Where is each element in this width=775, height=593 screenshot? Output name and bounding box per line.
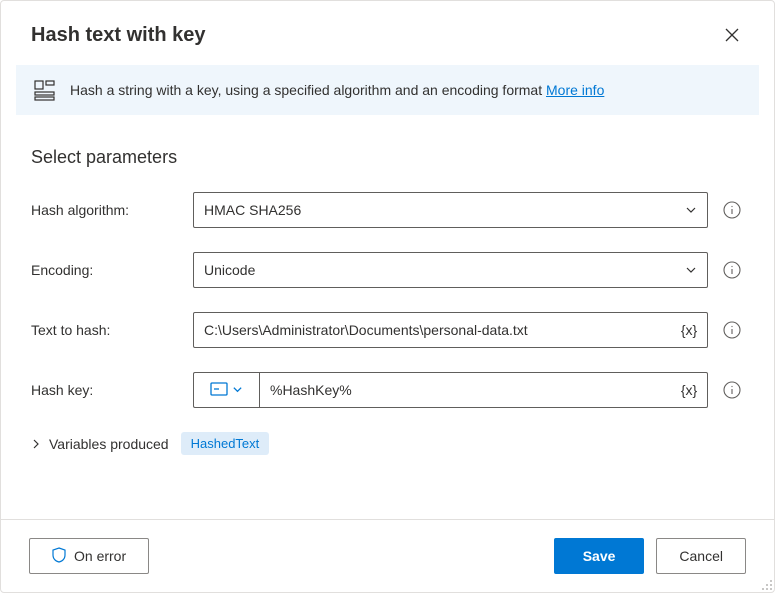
info-banner: Hash a string with a key, using a specif…	[16, 65, 759, 115]
info-banner-text: Hash a string with a key, using a specif…	[70, 82, 604, 98]
close-button[interactable]	[716, 19, 748, 51]
info-icon[interactable]	[723, 201, 741, 219]
row-hash-key: Hash key: %HashKey% {x}	[31, 372, 744, 408]
cancel-button[interactable]: Cancel	[656, 538, 746, 574]
label-hash-key: Hash key:	[31, 382, 181, 398]
input-text-to-hash[interactable]: C:\Users\Administrator\Documents\persona…	[193, 312, 708, 348]
label-encoding: Encoding:	[31, 262, 181, 278]
action-icon	[34, 79, 56, 101]
chevron-right-icon	[31, 436, 41, 452]
save-button[interactable]: Save	[554, 538, 645, 574]
select-hash-algorithm[interactable]: HMAC SHA256	[193, 192, 708, 228]
on-error-button[interactable]: On error	[29, 538, 149, 574]
shield-icon	[52, 547, 66, 566]
variables-produced-row: Variables produced HashedText	[31, 432, 744, 455]
input-text-to-hash-value: C:\Users\Administrator\Documents\persona…	[204, 322, 671, 338]
footer-actions: Save Cancel	[554, 538, 746, 574]
dialog-content: Select parameters Hash algorithm: HMAC S…	[1, 123, 774, 519]
variables-produced-toggle[interactable]: Variables produced	[31, 436, 169, 452]
select-encoding[interactable]: Unicode	[193, 252, 708, 288]
input-hash-key-value: %HashKey%	[270, 382, 671, 398]
row-encoding: Encoding: Unicode	[31, 252, 744, 288]
dialog-title: Hash text with key	[31, 24, 206, 47]
on-error-label: On error	[74, 548, 126, 564]
chevron-down-icon	[232, 382, 243, 398]
label-text-to-hash: Text to hash:	[31, 322, 181, 338]
more-info-link[interactable]: More info	[546, 82, 604, 98]
variables-produced-label: Variables produced	[49, 436, 169, 452]
input-hash-key[interactable]: %HashKey% {x}	[259, 372, 708, 408]
dialog-footer: On error Save Cancel	[1, 519, 774, 592]
select-hash-algorithm-value: HMAC SHA256	[204, 202, 685, 218]
info-icon[interactable]	[723, 261, 741, 279]
insert-variable-button[interactable]: {x}	[675, 316, 703, 344]
chevron-down-icon	[685, 264, 697, 276]
row-text-to-hash: Text to hash: C:\Users\Administrator\Doc…	[31, 312, 744, 348]
section-title: Select parameters	[31, 147, 744, 168]
chevron-down-icon	[685, 204, 697, 216]
row-hash-algorithm: Hash algorithm: HMAC SHA256	[31, 192, 744, 228]
insert-variable-button[interactable]: {x}	[675, 376, 703, 404]
info-icon[interactable]	[723, 321, 741, 339]
close-icon	[725, 28, 739, 42]
select-encoding-value: Unicode	[204, 262, 685, 278]
hash-key-type-selector[interactable]	[193, 372, 259, 408]
direct-input-icon	[210, 382, 228, 399]
label-hash-algorithm: Hash algorithm:	[31, 202, 181, 218]
info-icon[interactable]	[723, 381, 741, 399]
dialog-header: Hash text with key	[1, 1, 774, 65]
variable-badge-hashedtext[interactable]: HashedText	[181, 432, 270, 455]
